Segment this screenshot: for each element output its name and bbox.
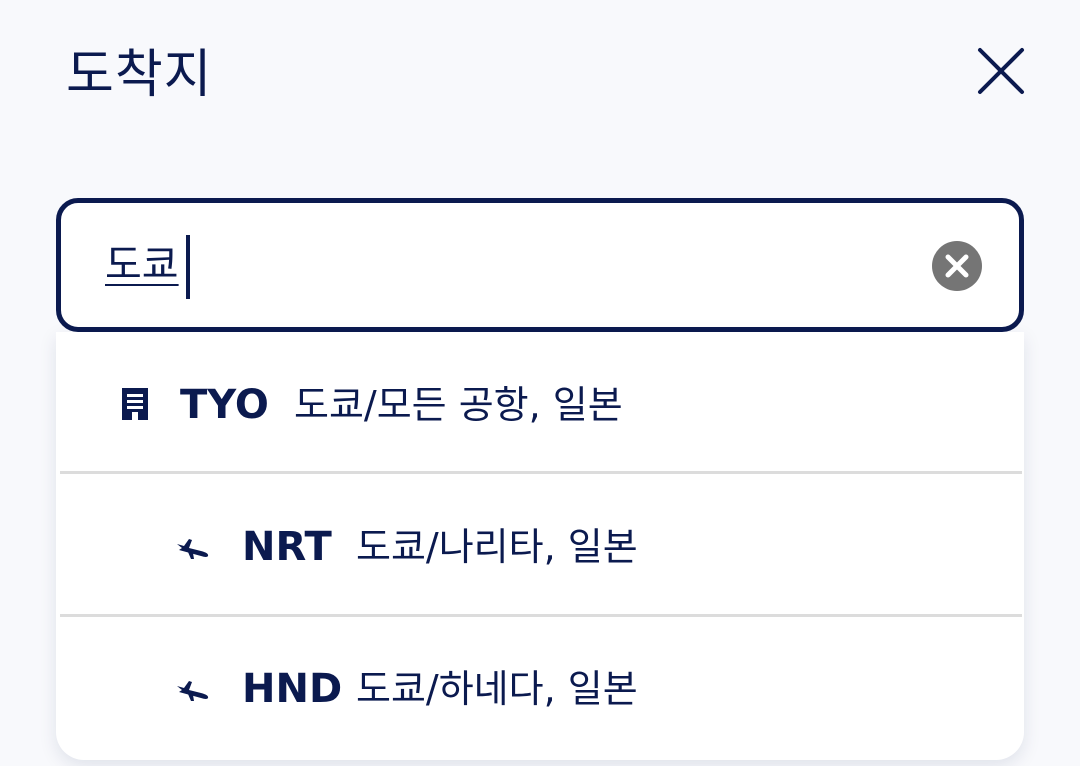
list-divider (60, 471, 1022, 474)
clear-search-button[interactable] (931, 240, 983, 292)
clear-circle-icon (932, 241, 982, 291)
close-button[interactable] (972, 42, 1030, 100)
result-item-nrt[interactable]: NRT 도쿄/나리타, 일본 (56, 476, 1024, 616)
search-input-value[interactable]: 도쿄 (105, 235, 179, 295)
airport-code: NRT (242, 524, 332, 570)
destination-search-screen: 도착지 도쿄 TYO 도쿄/모든 공항, 일본 NRT 도쿄/나리타, 일본 H… (0, 0, 1080, 766)
search-results-list: TYO 도쿄/모든 공항, 일본 NRT 도쿄/나리타, 일본 HND 도쿄/하… (56, 332, 1024, 760)
result-item-tyo[interactable]: TYO 도쿄/모든 공항, 일본 (56, 334, 1024, 474)
page-title: 도착지 (66, 45, 213, 105)
list-divider (60, 614, 1022, 617)
airport-description: 도쿄/모든 공항, 일본 (294, 383, 623, 427)
text-caret (186, 235, 190, 299)
airport-code: HND (242, 666, 343, 712)
airport-description: 도쿄/나리타, 일본 (356, 525, 638, 569)
search-input[interactable]: 도쿄 (56, 198, 1024, 332)
airport-description: 도쿄/하네다, 일본 (356, 667, 638, 711)
plane-arrival-icon (176, 528, 210, 564)
city-building-icon (118, 386, 152, 422)
close-icon (978, 48, 1024, 94)
airport-code: TYO (180, 382, 269, 428)
result-item-hnd[interactable]: HND 도쿄/하네다, 일본 (56, 618, 1024, 758)
plane-arrival-icon (176, 670, 210, 706)
